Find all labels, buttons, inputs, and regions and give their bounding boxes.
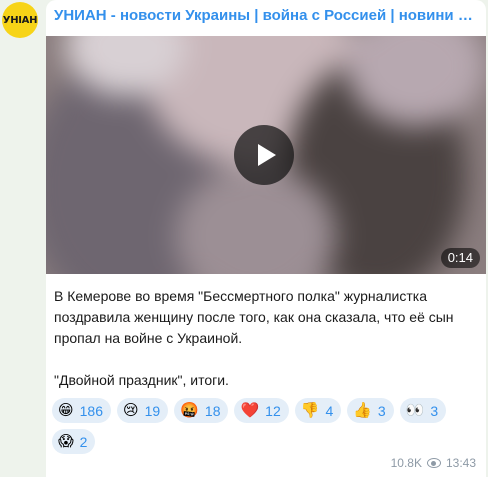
reaction-thumbs-up[interactable]: 👍 3 — [347, 398, 394, 423]
reaction-count: 19 — [144, 402, 161, 419]
reaction-grin[interactable]: 😁 186 — [52, 398, 111, 423]
message-text: В Кемерове во время "Бессмертного полка"… — [54, 286, 480, 391]
thumbs-down-emoji-icon: 👎 — [300, 401, 320, 419]
reaction-cry[interactable]: 😢 19 — [117, 398, 169, 423]
eye-icon — [426, 458, 441, 468]
reaction-count: 2 — [79, 433, 88, 450]
reaction-heart[interactable]: ❤️ 12 — [234, 398, 289, 423]
video-duration: 0:14 — [440, 248, 480, 268]
message-paragraph: В Кемерове во время "Бессмертного полка"… — [54, 288, 454, 346]
reaction-count: 3 — [377, 402, 386, 419]
reaction-eyes[interactable]: 👀 3 — [399, 398, 447, 423]
scream-emoji-icon: 😱 — [58, 432, 74, 450]
reaction-swear[interactable]: 🤬 18 — [174, 398, 229, 423]
thumbs-up-emoji-icon: 👍 — [353, 401, 372, 419]
view-count: 10.8K — [390, 456, 422, 470]
reaction-count: 18 — [204, 402, 221, 419]
heart-emoji-icon: ❤️ — [240, 401, 260, 419]
reaction-thumbs-down[interactable]: 👎 4 — [294, 398, 342, 423]
reaction-count: 12 — [265, 402, 281, 419]
grin-emoji-icon: 😁 — [58, 401, 74, 419]
message-paragraph: "Двойной праздник", итоги. — [54, 372, 229, 388]
play-icon — [257, 144, 276, 166]
eyes-emoji-icon: 👀 — [405, 401, 425, 419]
message-time: 13:43 — [445, 456, 476, 470]
avatar-logo-text: УНІАН — [2, 14, 38, 26]
reaction-count: 186 — [79, 402, 103, 419]
reaction-scream[interactable]: 😱 2 — [52, 429, 96, 454]
video-preview[interactable]: 0:14 — [46, 36, 486, 274]
channel-name[interactable]: УНИАН - новости Украины | война с Россие… — [54, 6, 478, 26]
reactions-bar: 😁 186 😢 19 🤬 18 ❤️ 12 👎 4 👍 3 👀 3 😱 2 — [52, 398, 480, 454]
swear-emoji-icon: 🤬 — [180, 401, 199, 419]
reaction-count: 4 — [325, 402, 334, 419]
message-bubble: УНИАН - новости Украины | война с Россие… — [46, 0, 486, 477]
reaction-count: 3 — [430, 402, 439, 419]
channel-avatar[interactable]: УНІАН — [2, 2, 38, 38]
message-meta: 10.8K 13:43 — [391, 455, 476, 471]
play-button[interactable] — [234, 125, 294, 185]
cry-emoji-icon: 😢 — [123, 401, 139, 419]
